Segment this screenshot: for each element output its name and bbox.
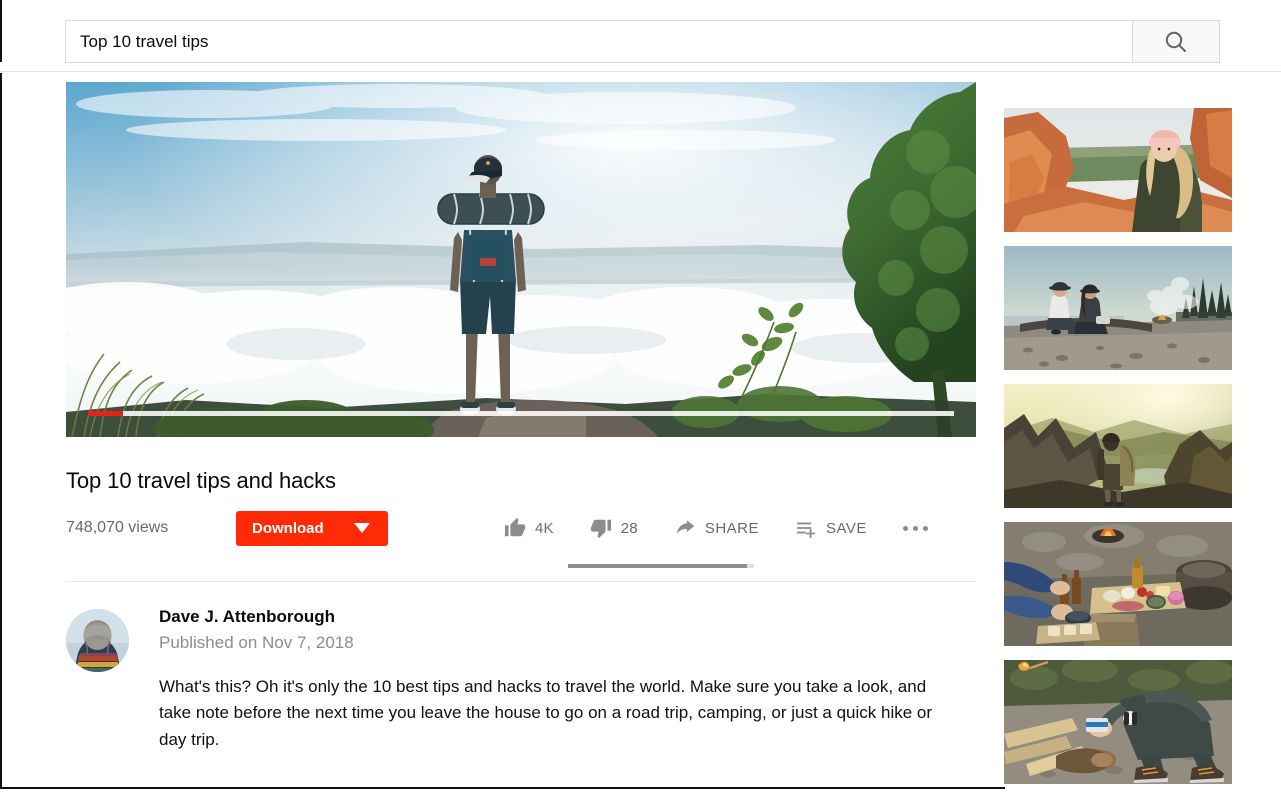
thumb-up-icon — [504, 517, 526, 539]
video-description: What's this? Oh it's only the 10 best ti… — [159, 676, 933, 749]
video-player[interactable] — [66, 82, 976, 437]
like-ratio-bar — [568, 564, 754, 568]
share-button[interactable]: SHARE — [674, 517, 759, 539]
search-bar — [65, 20, 1220, 63]
like-count: 4K — [535, 519, 554, 537]
share-arrow-icon — [674, 517, 696, 539]
like-button[interactable]: 4K — [504, 517, 554, 539]
search-input[interactable] — [65, 20, 1132, 63]
save-button[interactable]: SAVE — [795, 517, 867, 539]
channel-name[interactable]: Dave J. Attenborough — [159, 606, 976, 629]
related-thumbnail-2-image — [1004, 246, 1232, 370]
download-button[interactable]: Download — [236, 510, 388, 546]
more-horizontal-icon — [902, 525, 928, 531]
playlist-add-icon — [795, 517, 817, 539]
related-thumbnail-1[interactable] — [1004, 108, 1232, 232]
video-title: Top 10 travel tips and hacks — [66, 468, 336, 493]
video-meta-row: 748,070 views Download 4K 28 SHARE SAVE — [66, 509, 976, 568]
download-button-label: Download — [252, 519, 324, 537]
search-button[interactable] — [1132, 20, 1220, 63]
related-videos-sidebar — [1004, 108, 1232, 798]
related-thumbnail-5-image — [1004, 660, 1232, 784]
video-frame-image — [66, 82, 976, 437]
main-column: Top 10 travel tips and hacks 748,070 vie… — [66, 82, 976, 753]
video-progress-played — [88, 411, 123, 416]
related-thumbnail-1-image — [1004, 108, 1232, 232]
save-label: SAVE — [826, 519, 867, 537]
window-frame-left-top — [0, 0, 2, 62]
channel-section: Dave J. Attenborough Published on Nov 7,… — [66, 606, 976, 753]
header-separator — [0, 71, 1281, 72]
avatar-image — [66, 609, 129, 672]
related-thumbnail-4-image — [1004, 522, 1232, 646]
content-divider — [66, 581, 976, 582]
channel-details: Dave J. Attenborough Published on Nov 7,… — [159, 606, 976, 753]
dislike-button[interactable]: 28 — [590, 517, 638, 539]
related-thumbnail-3-image — [1004, 384, 1232, 508]
related-thumbnail-3[interactable] — [1004, 384, 1232, 508]
published-date: Published on Nov 7, 2018 — [159, 632, 354, 652]
video-actions: 4K 28 SHARE SAVE — [504, 509, 928, 547]
page-root: Top 10 travel tips and hacks 748,070 vie… — [0, 0, 1281, 801]
dislike-count: 28 — [620, 519, 638, 537]
share-label: SHARE — [704, 519, 760, 537]
thumb-down-icon — [590, 517, 612, 539]
chevron-down-icon — [354, 523, 370, 533]
avatar[interactable] — [66, 609, 129, 672]
window-frame-bottom — [0, 787, 1005, 789]
related-thumbnail-2[interactable] — [1004, 246, 1232, 370]
search-icon — [1163, 29, 1189, 55]
related-thumbnail-4[interactable] — [1004, 522, 1232, 646]
more-options-button[interactable] — [902, 525, 928, 531]
like-ratio-fill — [568, 564, 747, 568]
related-thumbnail-5[interactable] — [1004, 660, 1232, 784]
view-count: 748,070 views — [66, 519, 169, 536]
video-progress-bar[interactable] — [88, 411, 954, 416]
window-frame-left — [0, 73, 2, 789]
